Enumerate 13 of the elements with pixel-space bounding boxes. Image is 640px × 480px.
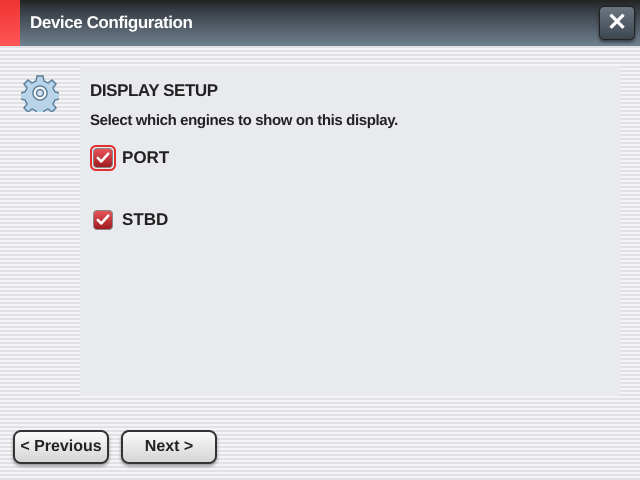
- window-title: Device Configuration: [30, 12, 192, 34]
- check-icon: [96, 214, 110, 226]
- close-button[interactable]: ✕: [599, 6, 635, 40]
- section-title: DISPLAY SETUP: [90, 80, 219, 100]
- status-strip: [0, 0, 20, 46]
- checkbox[interactable]: [93, 210, 113, 230]
- previous-button[interactable]: < Previous: [13, 430, 109, 464]
- next-button[interactable]: Next >: [121, 430, 217, 464]
- instruction-text: Select which engines to show on this display.: [90, 111, 399, 131]
- checkbox-label: STBD: [122, 208, 168, 231]
- check-icon: [96, 152, 110, 164]
- checkbox-label: PORT: [122, 146, 170, 169]
- gear-icon: [21, 74, 59, 112]
